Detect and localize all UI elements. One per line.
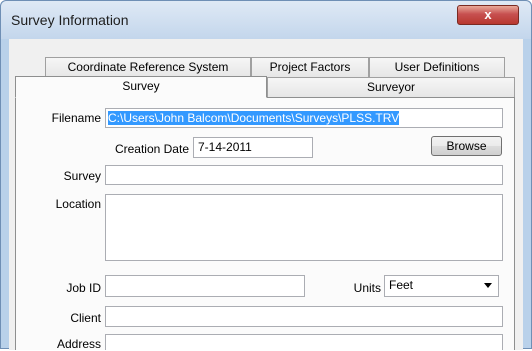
location-field[interactable] [105,194,503,261]
units-select[interactable]: Feet [384,275,499,297]
units-value: Feet [389,278,414,292]
survey-label: Survey [63,169,101,183]
survey-field[interactable] [105,165,503,185]
tab-label: Project Factors [269,60,351,74]
tab-label: Survey [122,79,160,93]
close-button[interactable]: x [457,5,519,25]
client-label: Client [70,311,101,325]
filename-value: C:\Users\John Balcom\Documents\Surveys\P… [108,111,400,125]
location-label: Location [55,197,101,211]
creation-date-value: 7-14-2011 [198,140,252,154]
job-id-field[interactable] [105,275,305,297]
filename-field[interactable]: C:\Users\John Balcom\Documents\Surveys\P… [105,108,503,128]
browse-button[interactable]: Browse [431,136,502,156]
address-field[interactable] [105,334,503,350]
tab-label: User Definitions [394,60,480,74]
chevron-down-icon [484,283,492,288]
survey-information-window: Survey Information x Coordinate Referenc… [0,0,532,351]
creation-date-field[interactable]: 7-14-2011 [193,137,313,158]
tab-coordinate-reference-system[interactable]: Coordinate Reference System [45,57,251,77]
tab-surveyor[interactable]: Surveyor [267,77,515,97]
tab-survey[interactable]: Survey [15,76,267,98]
job-id-label: Job ID [66,281,101,295]
browse-label: Browse [446,139,487,153]
tab-user-definitions[interactable]: User Definitions [369,57,505,77]
client-field[interactable] [105,306,503,327]
title-bar[interactable]: Survey Information x [1,1,531,39]
filename-label: Filename [51,111,101,125]
creation-date-label: Creation Date [114,142,189,156]
close-icon: x [484,7,492,22]
tab-label: Coordinate Reference System [67,60,229,74]
window-title: Survey Information [11,12,129,28]
tab-label: Surveyor [366,80,416,94]
units-label: Units [353,281,381,295]
tab-project-factors[interactable]: Project Factors [251,57,369,77]
